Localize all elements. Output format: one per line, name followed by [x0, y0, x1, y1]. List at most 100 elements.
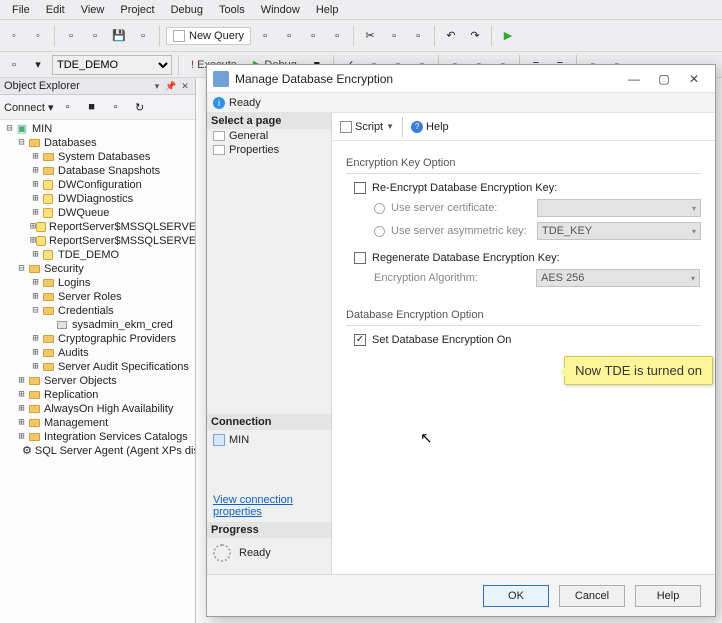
tree-node[interactable]: ⊞ReportServer$MSSQLSERVER: [2, 220, 195, 234]
dropdown-icon[interactable]: ▾: [28, 55, 48, 75]
copy-icon[interactable]: ▫: [384, 26, 404, 46]
toolbar-icon[interactable]: ▫: [279, 26, 299, 46]
save-all-icon[interactable]: ▫: [133, 26, 153, 46]
filter-icon[interactable]: ▫: [106, 97, 126, 117]
panel-dropdown-icon[interactable]: ▾: [151, 80, 163, 92]
tree-node[interactable]: ⊞Server Roles: [2, 290, 195, 304]
tree-node[interactable]: ⚙SQL Server Agent (Agent XPs disabl: [2, 444, 195, 458]
regenerate-checkbox[interactable]: [354, 252, 366, 264]
start-icon[interactable]: ▶: [498, 26, 518, 46]
open-icon[interactable]: ▫: [85, 26, 105, 46]
help-button-footer[interactable]: Help: [635, 585, 701, 607]
tree-node[interactable]: ⊞Integration Services Catalogs: [2, 430, 195, 444]
dialog-footer: OK Cancel Help: [207, 574, 715, 616]
info-icon: i: [213, 97, 225, 109]
menu-bar: File Edit View Project Debug Tools Windo…: [0, 0, 722, 20]
menu-file[interactable]: File: [4, 2, 38, 18]
toolbar-icon[interactable]: ▫: [327, 26, 347, 46]
help-button[interactable]: ? Help: [411, 121, 449, 133]
new-query-label: New Query: [189, 30, 244, 42]
security-node[interactable]: ⊟Security: [2, 262, 195, 276]
tree-node[interactable]: ⊞Replication: [2, 388, 195, 402]
dialog-title-bar[interactable]: Manage Database Encryption — ▢ ✕: [207, 65, 715, 93]
new-query-button[interactable]: New Query: [166, 27, 251, 45]
page-icon: [213, 131, 225, 141]
undo-icon[interactable]: ↶: [441, 26, 461, 46]
menu-debug[interactable]: Debug: [163, 2, 211, 18]
maximize-button[interactable]: ▢: [649, 69, 679, 89]
close-button[interactable]: ✕: [679, 69, 709, 89]
connect-button[interactable]: Connect ▾: [4, 101, 54, 114]
menu-edit[interactable]: Edit: [38, 2, 73, 18]
dialog-status-bar: i Ready: [207, 93, 715, 113]
nav-fwd-icon[interactable]: ◦: [28, 26, 48, 46]
tree-node[interactable]: ⊞DWDiagnostics: [2, 192, 195, 206]
tree-node[interactable]: ⊞DWQueue: [2, 206, 195, 220]
save-icon[interactable]: 💾: [109, 26, 129, 46]
dialog-left-pane: Select a page General Properties Connect…: [207, 113, 332, 574]
view-connection-properties-link[interactable]: View connection properties: [207, 490, 331, 522]
tree-node[interactable]: ⊞System Databases: [2, 150, 195, 164]
tree-node[interactable]: ⊞Management: [2, 416, 195, 430]
script-button[interactable]: Script ▼: [340, 121, 394, 133]
new-project-icon[interactable]: ▫: [61, 26, 81, 46]
menu-help[interactable]: Help: [308, 2, 347, 18]
use-server-cert-label: Use server certificate:: [391, 202, 531, 214]
toolbar-icon[interactable]: ▫: [303, 26, 323, 46]
tree-node[interactable]: ⊞Audits: [2, 346, 195, 360]
set-db-encryption-on-checkbox[interactable]: [354, 334, 366, 346]
object-explorer-title: Object Explorer: [4, 80, 80, 92]
menu-project[interactable]: Project: [112, 2, 162, 18]
server-node[interactable]: ⊟▣MIN: [2, 122, 195, 136]
credential-item[interactable]: sysadmin_ekm_cred: [2, 318, 195, 332]
cut-icon[interactable]: ✂: [360, 26, 380, 46]
page-properties[interactable]: Properties: [207, 143, 331, 157]
close-icon[interactable]: ✕: [179, 80, 191, 92]
credentials-node[interactable]: ⊟Credentials: [2, 304, 195, 318]
tree-node[interactable]: ⊞Server Audit Specifications: [2, 360, 195, 374]
regenerate-label: Regenerate Database Encryption Key:: [372, 252, 560, 264]
databases-node[interactable]: ⊟Databases: [2, 136, 195, 150]
toolbar-icon[interactable]: ▫: [255, 26, 275, 46]
separator: [353, 26, 354, 46]
divider: [346, 325, 701, 326]
pin-icon[interactable]: 📌: [165, 80, 177, 92]
progress-header: Progress: [207, 522, 331, 538]
tree-node-tde-demo[interactable]: ⊞TDE_DEMO: [2, 248, 195, 262]
asym-key-dropdown: TDE_KEY▾: [537, 222, 701, 240]
connection-server-row: MIN: [207, 430, 331, 450]
dropdown-arrow-icon[interactable]: ▼: [386, 122, 394, 131]
tree-node[interactable]: ⊞ReportServer$MSSQLSERVER: [2, 234, 195, 248]
spinner-icon: [213, 544, 231, 562]
tree-node[interactable]: ⊞Cryptographic Providers: [2, 332, 195, 346]
server-cert-dropdown: ▾: [537, 199, 701, 217]
tree-node[interactable]: ⊞Database Snapshots: [2, 164, 195, 178]
dialog-right-pane: Script ▼ ? Help Encryption Key Option Re…: [332, 113, 715, 574]
tree-node[interactable]: ⊞AlwaysOn High Availability: [2, 402, 195, 416]
object-explorer-title-bar: Object Explorer ▾ 📌 ✕: [0, 78, 195, 95]
minimize-button[interactable]: —: [619, 69, 649, 89]
menu-window[interactable]: Window: [253, 2, 308, 18]
server-icon: [213, 434, 225, 446]
refresh-icon[interactable]: ↻: [130, 97, 150, 117]
database-selector[interactable]: TDE_DEMO: [52, 55, 172, 75]
reencrypt-checkbox[interactable]: [354, 182, 366, 194]
menu-view[interactable]: View: [73, 2, 113, 18]
tree-node[interactable]: ⊞DWConfiguration: [2, 178, 195, 192]
paste-icon[interactable]: ▫: [408, 26, 428, 46]
tree-node[interactable]: ⊞Server Objects: [2, 374, 195, 388]
cancel-button[interactable]: Cancel: [559, 585, 625, 607]
nav-back-icon[interactable]: ◦: [4, 26, 24, 46]
ok-button[interactable]: OK: [483, 585, 549, 607]
redo-icon[interactable]: ↷: [465, 26, 485, 46]
page-general[interactable]: General: [207, 129, 331, 143]
stop-icon[interactable]: ■: [82, 97, 102, 117]
menu-tools[interactable]: Tools: [211, 2, 253, 18]
object-explorer-tree[interactable]: ⊟▣MIN ⊟Databases ⊞System Databases ⊞Data…: [0, 120, 195, 623]
encryption-key-option-label: Encryption Key Option: [346, 157, 701, 169]
tree-node[interactable]: ⊞Logins: [2, 276, 195, 290]
toolbar-icon[interactable]: ▫: [4, 55, 24, 75]
disconnect-icon[interactable]: ▫: [58, 97, 78, 117]
object-explorer-panel: Object Explorer ▾ 📌 ✕ Connect ▾ ▫ ■ ▫ ↻ …: [0, 78, 196, 623]
main-toolbar: ◦ ◦ ▫ ▫ 💾 ▫ New Query ▫ ▫ ▫ ▫ ✂ ▫ ▫ ↶ ↷ …: [0, 20, 722, 52]
